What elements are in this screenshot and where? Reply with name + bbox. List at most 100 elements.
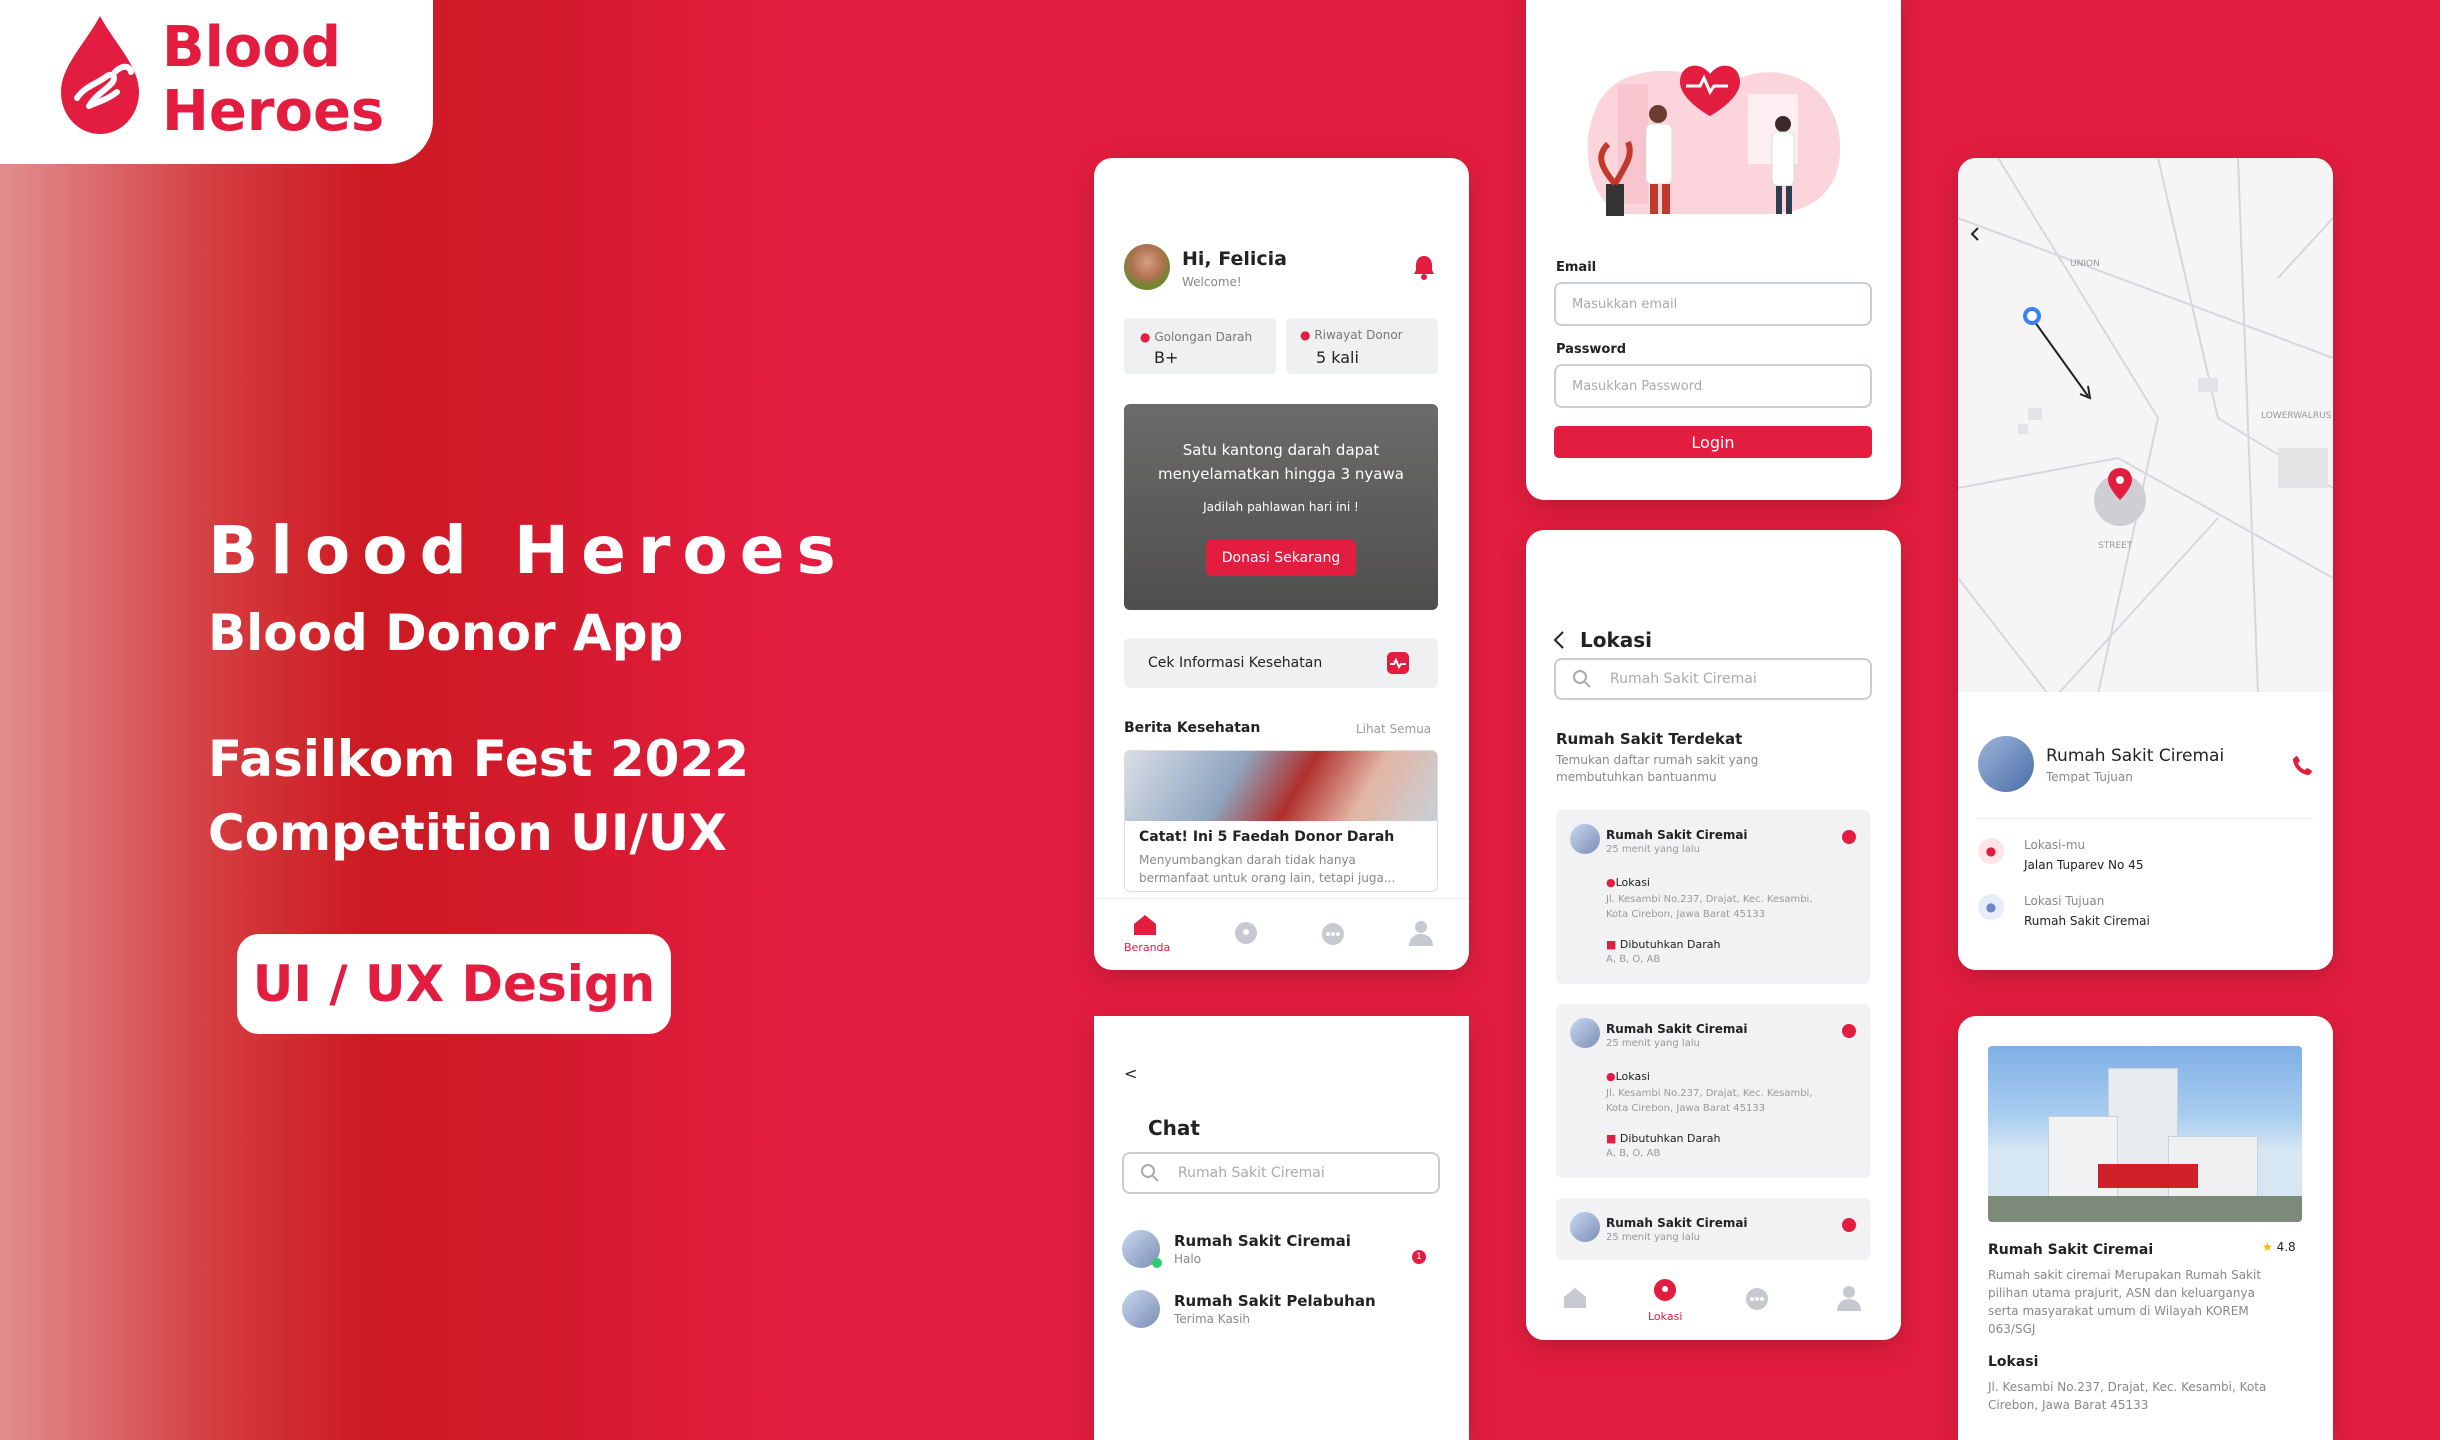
chat-icon[interactable] <box>1744 1286 1770 1312</box>
hero-fest-line-2: Competition UI/UX <box>208 804 727 862</box>
phone-call-icon[interactable] <box>2292 754 2314 776</box>
hospital-name: Rumah Sakit Ciremai <box>1988 1242 2154 1258</box>
chat-search-input[interactable]: Rumah Sakit Ciremai <box>1122 1152 1440 1194</box>
nav-location-label[interactable]: Lokasi <box>1648 1310 1682 1323</box>
donate-now-button[interactable]: Donasi Sekarang <box>1206 540 1356 576</box>
nearest-desc-line-1: Temukan daftar rumah sakit yang <box>1556 753 1759 767</box>
drop-icon: ● <box>1140 330 1151 344</box>
address-line-2: Kota Cirebon, Jawa Barat 45133 <box>1606 1103 1766 1114</box>
hospital-card[interactable]: Rumah Sakit Ciremai 25 menit yang lalu <box>1556 1198 1870 1260</box>
blood-needed-label: ■ Dibutuhkan Darah <box>1606 1132 1720 1145</box>
email-input[interactable]: Masukkan email <box>1554 282 1872 326</box>
nearest-hospital-desc: Temukan daftar rumah sakit yang membutuh… <box>1556 752 1758 786</box>
chat-screen: < Chat Rumah Sakit Ciremai Rumah Sakit C… <box>1094 1016 1469 1440</box>
blood-type-value: B+ <box>1154 348 1179 367</box>
description-line-3: serta masyarakat umum di Wilayah KOREM <box>1988 1304 2249 1318</box>
target-location-label: Lokasi Tujuan <box>2024 894 2105 908</box>
online-status-dot <box>1152 1258 1162 1268</box>
health-info-button[interactable]: Cek Informasi Kesehatan <box>1124 638 1438 688</box>
blood-type-label-text: Golongan Darah <box>1154 330 1253 344</box>
chat-bubble-icon[interactable] <box>1842 1024 1856 1038</box>
description-line-2: pilihan utama prajurit, ASN dan keluarga… <box>1988 1286 2255 1300</box>
chat-bubble-icon[interactable] <box>1842 1218 1856 1232</box>
hospital-name: Rumah Sakit Ciremai <box>1606 828 1748 842</box>
chat-item-name: Rumah Sakit Ciremai <box>1174 1232 1351 1250</box>
hero-title: Blood Heroes <box>208 512 848 589</box>
password-input[interactable]: Masukkan Password <box>1554 364 1872 408</box>
history-dot-icon: ● <box>1300 328 1311 342</box>
see-all-link[interactable]: Lihat Semua <box>1356 722 1431 736</box>
chat-item[interactable]: Rumah Sakit Pelabuhan Terima Kasih <box>1122 1286 1442 1336</box>
chat-item-message: Terima Kasih <box>1174 1312 1251 1326</box>
login-button[interactable]: Login <box>1554 426 1872 458</box>
hospital-card[interactable]: Rumah Sakit Ciremai 25 menit yang lalu ●… <box>1556 810 1870 984</box>
map-label-union: UNION <box>2070 259 2100 269</box>
blood-needed-types: A, B, O, AB <box>1606 954 1661 965</box>
blood-type-label: ● Golongan Darah <box>1140 330 1252 344</box>
chat-icon[interactable] <box>1320 921 1346 947</box>
news-excerpt: Menyumbangkan darah tidak hanya bermanfa… <box>1139 851 1395 887</box>
chat-search-placeholder: Rumah Sakit Ciremai <box>1178 1165 1325 1181</box>
search-icon <box>1141 1164 1159 1182</box>
chat-bubble-icon[interactable] <box>1842 830 1856 844</box>
hero-subtitle: Blood Donor App <box>208 604 684 662</box>
login-screen: Email Masukkan email Password Masukkan P… <box>1526 0 1901 500</box>
nav-home-label[interactable]: Beranda <box>1124 941 1170 954</box>
home-screen: Hi, Felicia Welcome! ● Golongan Darah B+… <box>1094 158 1469 970</box>
my-location-label: Lokasi-mu <box>2024 838 2086 852</box>
hospital-name: Rumah Sakit Ciremai <box>2046 746 2225 766</box>
location-icon[interactable] <box>1233 921 1259 947</box>
blood-needed-label: ■ Dibutuhkan Darah <box>1606 938 1720 951</box>
chat-item[interactable]: Rumah Sakit Ciremai Halo 1 <box>1122 1226 1442 1276</box>
address-line-1: Jl. Kesambi No.237, Drajat, Kec. Kesambi… <box>1606 894 1813 905</box>
chat-item-name: Rumah Sakit Pelabuhan <box>1174 1292 1376 1310</box>
location-title: Lokasi <box>1580 628 1653 652</box>
bottom-nav: Beranda <box>1094 898 1469 970</box>
detail-address-line-1: Jl. Kesambi No.237, Drajat, Kec. Kesambi… <box>1988 1380 2267 1394</box>
address-line-2: Kota Cirebon, Jawa Barat 45133 <box>1606 909 1766 920</box>
my-location-icon: ● <box>1978 838 2004 864</box>
back-icon[interactable] <box>1552 630 1566 650</box>
doctors-illustration <box>1587 65 1841 216</box>
hospital-avatar <box>1570 824 1600 854</box>
news-title: Catat! Ini 5 Faedah Donor Darah <box>1139 829 1395 845</box>
chat-item-message: Halo <box>1174 1252 1202 1266</box>
bottom-nav: Lokasi <box>1526 1270 1901 1340</box>
map-view[interactable]: UNION STREET LOWERWALRUS <box>1958 158 2333 694</box>
map-label-street: STREET <box>2098 541 2133 551</box>
donor-history-card: ● Riwayat Donor 5 kali <box>1286 318 1438 374</box>
avatar[interactable] <box>1124 244 1170 290</box>
chat-title: Chat <box>1148 1116 1200 1140</box>
news-card[interactable]: Catat! Ini 5 Faedah Donor Darah Menyumba… <box>1124 750 1438 892</box>
home-icon[interactable] <box>1132 913 1158 937</box>
hospital-card[interactable]: Rumah Sakit Ciremai 25 menit yang lalu ●… <box>1556 1004 1870 1178</box>
search-icon <box>1573 670 1591 688</box>
banner-text: Satu kantong darah dapat menyelamatkan h… <box>1124 438 1438 486</box>
location-icon[interactable] <box>1652 1278 1678 1304</box>
profile-icon[interactable] <box>1836 1284 1862 1312</box>
heart-pulse-icon <box>1387 652 1409 674</box>
history-value: 5 kali <box>1316 348 1359 367</box>
home-icon[interactable] <box>1562 1286 1588 1310</box>
location-label-text: Lokasi <box>1615 876 1650 889</box>
bell-icon[interactable] <box>1412 254 1436 280</box>
hospital-avatar <box>1122 1290 1160 1328</box>
password-placeholder: Masukkan Password <box>1572 378 1703 394</box>
history-label-text: Riwayat Donor <box>1314 328 1403 342</box>
profile-icon[interactable] <box>1408 919 1434 947</box>
blood-needed-label-text: Dibutuhkan Darah <box>1619 938 1721 951</box>
banner-tagline: Jadilah pahlawan hari ini ! <box>1203 500 1359 514</box>
logo-text: Blood Heroes <box>162 16 384 144</box>
chat-back-button[interactable]: < <box>1124 1064 1137 1083</box>
blood-type-card: ● Golongan Darah B+ <box>1124 318 1276 374</box>
hospital-time: 25 menit yang lalu <box>1606 1232 1700 1243</box>
hospital-avatar <box>1570 1018 1600 1048</box>
news-excerpt-line-1: Menyumbangkan darah tidak hanya <box>1139 853 1356 867</box>
blood-drop-hand-logo-icon <box>61 16 139 134</box>
hero-competition: Fasilkom Fest 2022 Competition UI/UX <box>208 722 749 870</box>
description-line-4: 063/SGJ <box>1988 1322 2036 1336</box>
location-search-input[interactable]: Rumah Sakit Ciremai <box>1554 658 1872 700</box>
location-label-text: Lokasi <box>1615 1070 1650 1083</box>
star-icon: ★ <box>2262 1240 2273 1254</box>
email-placeholder: Masukkan email <box>1572 296 1678 312</box>
